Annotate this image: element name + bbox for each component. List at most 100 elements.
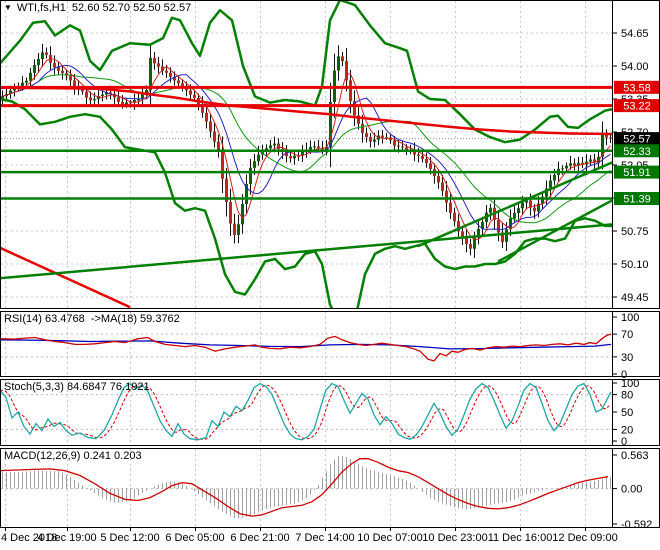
price-axis[interactable]: 54.6554.0053.3552.7052.0551.4050.7550.10… xyxy=(612,28,659,531)
candle[interactable] xyxy=(117,97,120,102)
candle[interactable] xyxy=(85,91,88,98)
axis-label: -0.592 xyxy=(621,519,652,531)
candle[interactable] xyxy=(89,97,92,101)
candle[interactable] xyxy=(533,207,536,212)
candle[interactable] xyxy=(489,207,492,213)
candle[interactable] xyxy=(149,58,152,91)
candle[interactable] xyxy=(269,145,272,149)
candle[interactable] xyxy=(73,80,76,87)
candle[interactable] xyxy=(129,102,132,104)
candle[interactable] xyxy=(53,62,56,68)
candle[interactable] xyxy=(33,65,36,73)
candle[interactable] xyxy=(29,72,32,81)
candle[interactable] xyxy=(273,143,276,146)
candle[interactable] xyxy=(453,212,456,222)
candle[interactable] xyxy=(61,70,64,74)
candle[interactable] xyxy=(237,224,240,235)
candle[interactable] xyxy=(189,90,192,95)
candle[interactable] xyxy=(213,131,216,142)
candle[interactable] xyxy=(341,56,344,62)
candle[interactable] xyxy=(157,63,160,67)
candle[interactable] xyxy=(137,99,140,101)
candle[interactable] xyxy=(461,231,464,237)
candle[interactable] xyxy=(101,94,104,97)
candle[interactable] xyxy=(241,204,244,225)
candle[interactable] xyxy=(349,80,352,102)
candle[interactable] xyxy=(257,154,260,162)
axis-label: 50 xyxy=(621,407,633,419)
candle[interactable] xyxy=(37,58,40,66)
chart-title-text: WTI,fs,H1 52.60 52.70 52.50 52.57 xyxy=(16,2,192,14)
candle[interactable] xyxy=(41,52,44,59)
candle[interactable] xyxy=(469,243,472,249)
candle[interactable] xyxy=(365,133,368,137)
candle[interactable] xyxy=(153,58,156,64)
chart-canvas[interactable]: 54.6554.0053.3552.7052.0551.4050.7550.10… xyxy=(0,0,660,550)
candle[interactable] xyxy=(445,190,448,203)
candle[interactable] xyxy=(177,80,180,84)
symbol-collapse-icon[interactable]: ▼ xyxy=(4,3,12,12)
candle[interactable] xyxy=(21,82,24,87)
candle[interactable] xyxy=(221,151,224,179)
axis-label: 49.45 xyxy=(621,292,649,304)
candle[interactable] xyxy=(417,154,420,156)
candle[interactable] xyxy=(437,176,440,183)
candle[interactable] xyxy=(401,146,404,148)
trading-chart-window: 54.6554.0053.3552.7052.0551.4050.7550.10… xyxy=(0,0,660,550)
rsi-indicator-label: RSI(14) 63.4768 ->MA(18) 59.3762 xyxy=(4,313,180,325)
candle[interactable] xyxy=(25,80,28,83)
candle[interactable] xyxy=(181,83,184,87)
axis-label: 50.10 xyxy=(621,259,649,271)
candle[interactable] xyxy=(497,219,500,233)
candle[interactable] xyxy=(293,155,296,159)
candle[interactable] xyxy=(449,202,452,213)
axis-label: 0 xyxy=(621,436,627,448)
candle[interactable] xyxy=(513,213,516,219)
candle[interactable] xyxy=(205,112,208,122)
candle[interactable] xyxy=(253,161,256,168)
stoch-d-line xyxy=(1,384,610,440)
candle[interactable] xyxy=(313,146,316,148)
candle[interactable] xyxy=(209,121,212,132)
candle[interactable] xyxy=(609,137,612,139)
candle[interactable] xyxy=(93,99,96,101)
candle[interactable] xyxy=(441,182,444,191)
candle[interactable] xyxy=(421,155,424,159)
candle[interactable] xyxy=(517,208,520,214)
candle[interactable] xyxy=(249,167,252,185)
candle[interactable] xyxy=(561,168,564,170)
candle[interactable] xyxy=(337,56,340,71)
axis-label: 30 xyxy=(621,352,633,364)
candle[interactable] xyxy=(233,223,236,235)
candle[interactable] xyxy=(369,136,372,142)
candle[interactable] xyxy=(309,146,312,150)
candle[interactable] xyxy=(193,94,196,99)
ascending-green-trendline-steep-2 xyxy=(497,199,612,263)
candle[interactable] xyxy=(397,145,400,147)
candle[interactable] xyxy=(361,123,364,134)
candle[interactable] xyxy=(565,165,568,169)
candle[interactable] xyxy=(589,159,592,162)
price-badge-label: 51.91 xyxy=(623,167,651,179)
candle[interactable] xyxy=(69,75,72,81)
candle[interactable] xyxy=(521,202,524,209)
candle[interactable] xyxy=(425,158,428,164)
candle[interactable] xyxy=(393,140,396,146)
candle[interactable] xyxy=(505,229,508,242)
candle[interactable] xyxy=(277,143,280,150)
candle[interactable] xyxy=(429,163,432,170)
candle[interactable] xyxy=(169,72,172,77)
candle[interactable] xyxy=(45,52,48,55)
candle[interactable] xyxy=(289,156,292,159)
candle[interactable] xyxy=(373,139,376,142)
candle[interactable] xyxy=(573,163,576,166)
candle[interactable] xyxy=(317,146,320,148)
candle[interactable] xyxy=(381,135,384,138)
axis-label: 0.00 xyxy=(621,484,642,496)
candle[interactable] xyxy=(165,70,168,73)
candle[interactable] xyxy=(229,201,232,224)
macd-indicator-label: MACD(12,26,9) 0.241 0.203 xyxy=(4,450,142,462)
candle[interactable] xyxy=(553,174,556,181)
candle[interactable] xyxy=(569,163,572,166)
axis-label: 0.563 xyxy=(621,450,649,462)
